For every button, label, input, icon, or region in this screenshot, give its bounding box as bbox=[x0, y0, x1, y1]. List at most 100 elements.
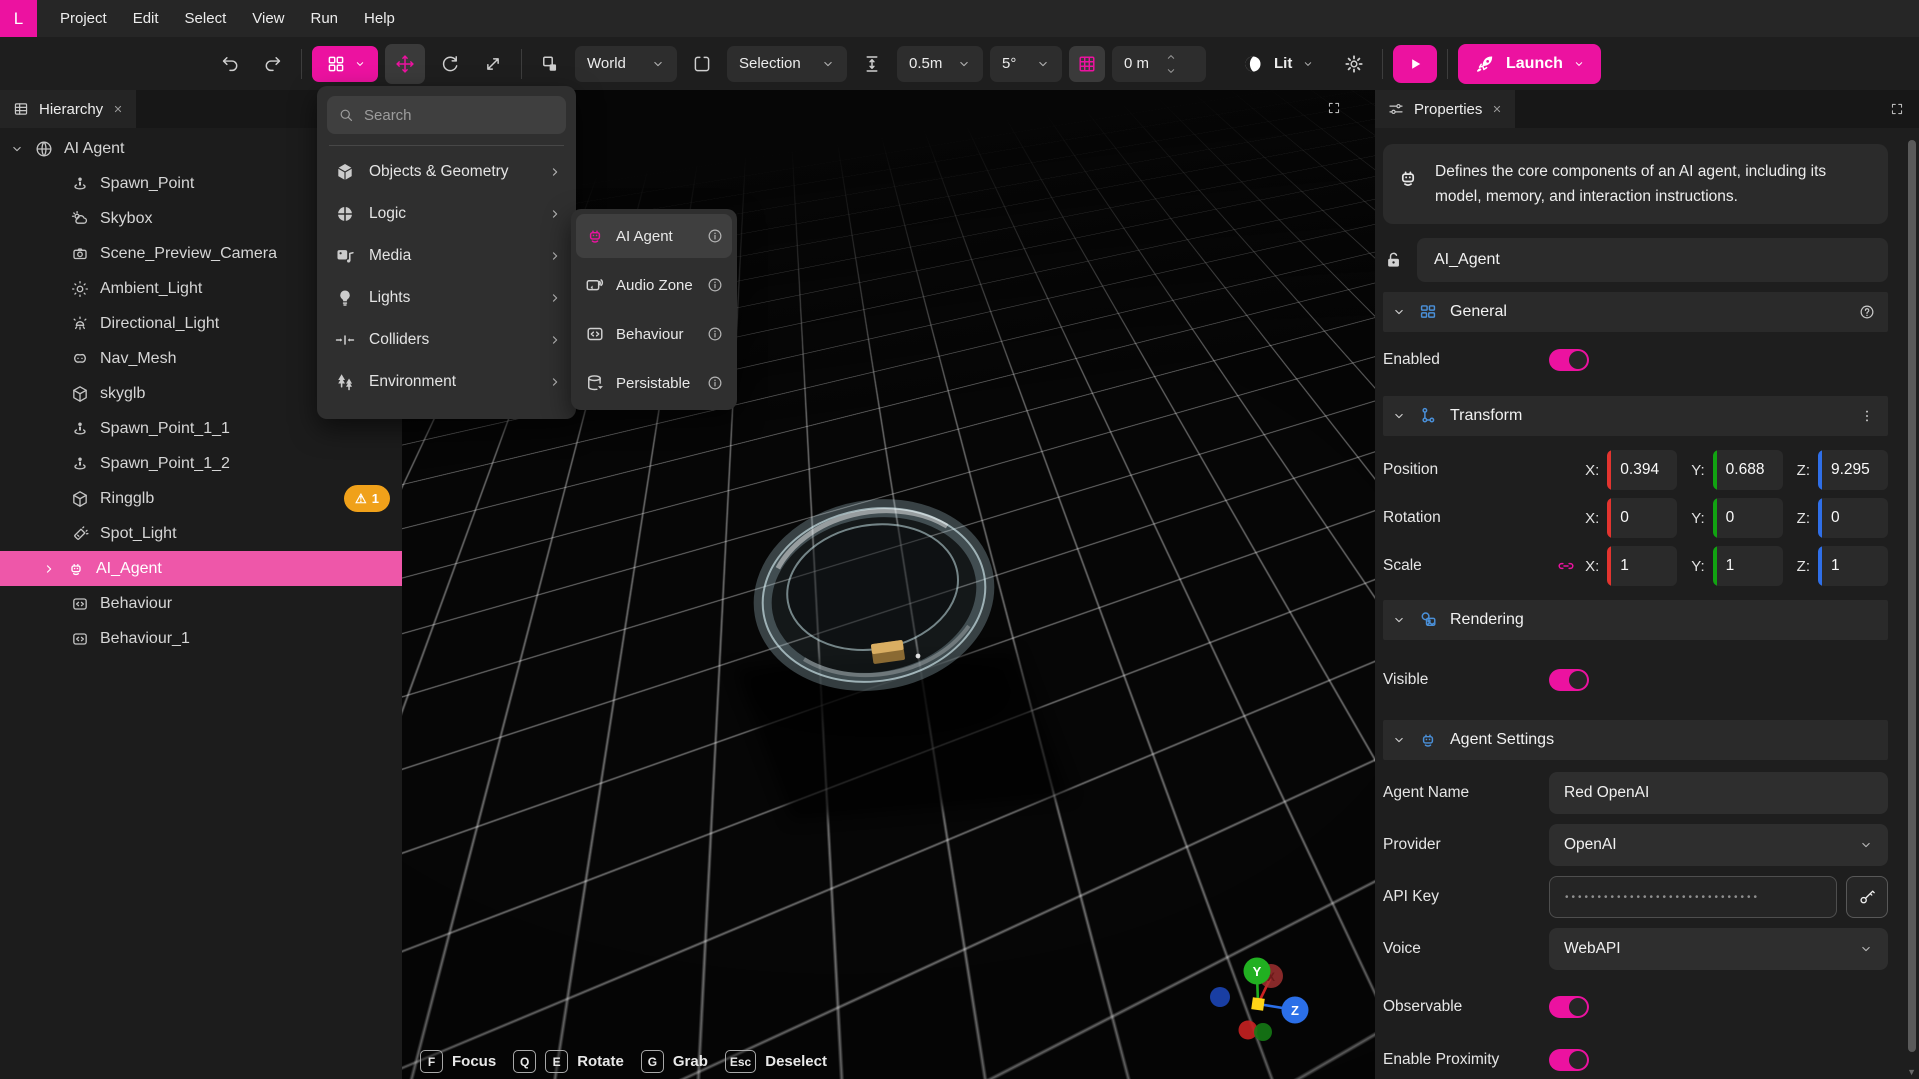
rotate-snap-dropdown[interactable]: 5° bbox=[990, 46, 1062, 82]
scale-tool-button[interactable] bbox=[475, 46, 511, 82]
selection-dropdown[interactable]: Selection bbox=[727, 46, 847, 82]
tree-item-spawn-point-1-2[interactable]: Spawn_Point_1_2 bbox=[0, 446, 402, 481]
tree-item-ai-agent[interactable]: AI_Agent bbox=[0, 551, 402, 586]
link-scale-icon[interactable] bbox=[1555, 555, 1577, 577]
menu-select[interactable]: Select bbox=[172, 0, 240, 37]
tree-item-label: Ringglb bbox=[100, 490, 154, 508]
tab-properties[interactable]: Properties bbox=[1375, 90, 1515, 128]
move-snap-dropdown[interactable]: 0.5m bbox=[897, 46, 983, 82]
rotation-z-field[interactable]: 0 bbox=[1818, 498, 1888, 538]
scale-z-field[interactable]: 1 bbox=[1818, 546, 1888, 586]
rotate-tool-button[interactable] bbox=[432, 46, 468, 82]
position-z-field[interactable]: 9.295 bbox=[1818, 450, 1888, 490]
cubesolid-icon bbox=[334, 161, 356, 183]
chevron-right-icon bbox=[548, 333, 562, 347]
snap-height-button[interactable] bbox=[854, 46, 890, 82]
submenu-item-ai-agent[interactable]: AI Agent bbox=[576, 214, 732, 258]
pivot-button[interactable] bbox=[532, 46, 568, 82]
submenu-item-behaviour[interactable]: Behaviour bbox=[576, 312, 732, 356]
play-button[interactable] bbox=[1393, 45, 1437, 83]
category-environment[interactable]: Environment bbox=[327, 361, 566, 403]
submenu-item-audio-zone[interactable]: Audio Zone bbox=[576, 263, 732, 307]
scale-x-field[interactable]: 1 bbox=[1607, 546, 1677, 586]
provider-label: Provider bbox=[1383, 836, 1549, 854]
launch-button[interactable]: Launch bbox=[1458, 44, 1601, 84]
menu-run[interactable]: Run bbox=[298, 0, 352, 37]
position-y-field[interactable]: 0.688 bbox=[1713, 450, 1783, 490]
shading-dropdown[interactable]: Lit bbox=[1236, 46, 1314, 82]
menu-help[interactable]: Help bbox=[351, 0, 408, 37]
search-box[interactable] bbox=[327, 96, 566, 134]
kebab-menu-icon[interactable] bbox=[1858, 407, 1876, 425]
category-media[interactable]: Media bbox=[327, 235, 566, 277]
settings-button[interactable] bbox=[1336, 46, 1372, 82]
info-icon[interactable] bbox=[706, 374, 724, 392]
menu-view[interactable]: View bbox=[239, 0, 297, 37]
observable-label: Observable bbox=[1383, 998, 1549, 1016]
rotation-x-field[interactable]: 0 bbox=[1607, 498, 1677, 538]
properties-scrollbar[interactable]: ▼ bbox=[1907, 136, 1917, 1077]
api-key-field[interactable]: •••••••••••••••••••••••••••••• bbox=[1549, 876, 1837, 918]
search-input[interactable] bbox=[364, 107, 563, 124]
viewport-expand-icon[interactable] bbox=[1326, 100, 1342, 116]
category-logic[interactable]: Logic bbox=[327, 193, 566, 235]
help-icon[interactable] bbox=[1858, 303, 1876, 321]
api-key-button[interactable] bbox=[1846, 876, 1888, 918]
chevron-down-icon bbox=[10, 142, 24, 156]
stepper-arrows[interactable] bbox=[1165, 51, 1177, 77]
app-logo[interactable]: L bbox=[0, 0, 37, 37]
grid-toggle-button[interactable] bbox=[1069, 46, 1105, 82]
submenu-item-label: AI Agent bbox=[616, 228, 673, 245]
tree-item-behaviour[interactable]: Behaviour bbox=[0, 586, 402, 621]
info-icon[interactable] bbox=[706, 276, 724, 294]
agent-name-label: Agent Name bbox=[1383, 784, 1549, 802]
section-general[interactable]: General bbox=[1383, 292, 1888, 332]
observable-toggle[interactable] bbox=[1549, 996, 1589, 1018]
menu-project[interactable]: Project bbox=[47, 0, 120, 37]
panel-expand-icon[interactable] bbox=[1889, 101, 1905, 117]
spawn-icon bbox=[70, 454, 90, 474]
close-icon[interactable] bbox=[112, 103, 124, 115]
section-agent-settings[interactable]: Agent Settings bbox=[1383, 720, 1888, 760]
scrollbar-down-arrow[interactable]: ▼ bbox=[1907, 1067, 1916, 1077]
tree-item-ringglb[interactable]: Ringglb⚠1 bbox=[0, 481, 402, 516]
submenu-item-persistable[interactable]: Persistable bbox=[576, 361, 732, 405]
frame-button[interactable] bbox=[684, 46, 720, 82]
tree-item-behaviour-1[interactable]: Behaviour_1 bbox=[0, 621, 402, 656]
menu-edit[interactable]: Edit bbox=[120, 0, 172, 37]
rotation-y-field[interactable]: 0 bbox=[1713, 498, 1783, 538]
position-x-field[interactable]: 0.394 bbox=[1607, 450, 1677, 490]
tree-item-label: AI Agent bbox=[64, 140, 125, 158]
object-name-field[interactable]: AI_Agent bbox=[1417, 238, 1888, 282]
agent-name-field[interactable]: Red OpenAI bbox=[1549, 772, 1888, 814]
tree-item-spot-light[interactable]: Spot_Light bbox=[0, 516, 402, 551]
info-icon[interactable] bbox=[706, 227, 724, 245]
enabled-toggle[interactable] bbox=[1549, 349, 1589, 371]
tree-item-label: Scene_Preview_Camera bbox=[100, 245, 277, 263]
category-colliders[interactable]: Colliders bbox=[327, 319, 566, 361]
axis-x-label: X: bbox=[1585, 462, 1599, 479]
section-transform[interactable]: Transform bbox=[1383, 396, 1888, 436]
move-tool-button[interactable] bbox=[385, 44, 425, 84]
add-object-button[interactable] bbox=[312, 46, 378, 82]
world-space-dropdown[interactable]: World bbox=[575, 46, 677, 82]
visible-toggle[interactable] bbox=[1549, 669, 1589, 691]
enable-proximity-toggle[interactable] bbox=[1549, 1049, 1589, 1071]
section-rendering[interactable]: Rendering bbox=[1383, 600, 1888, 640]
scrollbar-thumb[interactable] bbox=[1908, 140, 1916, 1052]
category-objects-geometry[interactable]: Objects & Geometry bbox=[327, 151, 566, 193]
close-icon[interactable] bbox=[1491, 103, 1503, 115]
provider-select[interactable]: OpenAI bbox=[1549, 824, 1888, 866]
height-snap-stepper[interactable]: 0 m bbox=[1112, 46, 1206, 82]
redo-button[interactable] bbox=[255, 46, 291, 82]
category-lights[interactable]: Lights bbox=[327, 277, 566, 319]
tab-hierarchy[interactable]: Hierarchy bbox=[0, 90, 136, 128]
code-icon bbox=[70, 629, 90, 649]
scale-y-field[interactable]: 1 bbox=[1713, 546, 1783, 586]
info-icon[interactable] bbox=[706, 325, 724, 343]
lock-open-icon[interactable] bbox=[1383, 249, 1405, 271]
height-snap-value: 0 m bbox=[1124, 55, 1149, 72]
undo-button[interactable] bbox=[212, 46, 248, 82]
world-space-value: World bbox=[587, 55, 626, 72]
voice-select[interactable]: WebAPI bbox=[1549, 928, 1888, 970]
